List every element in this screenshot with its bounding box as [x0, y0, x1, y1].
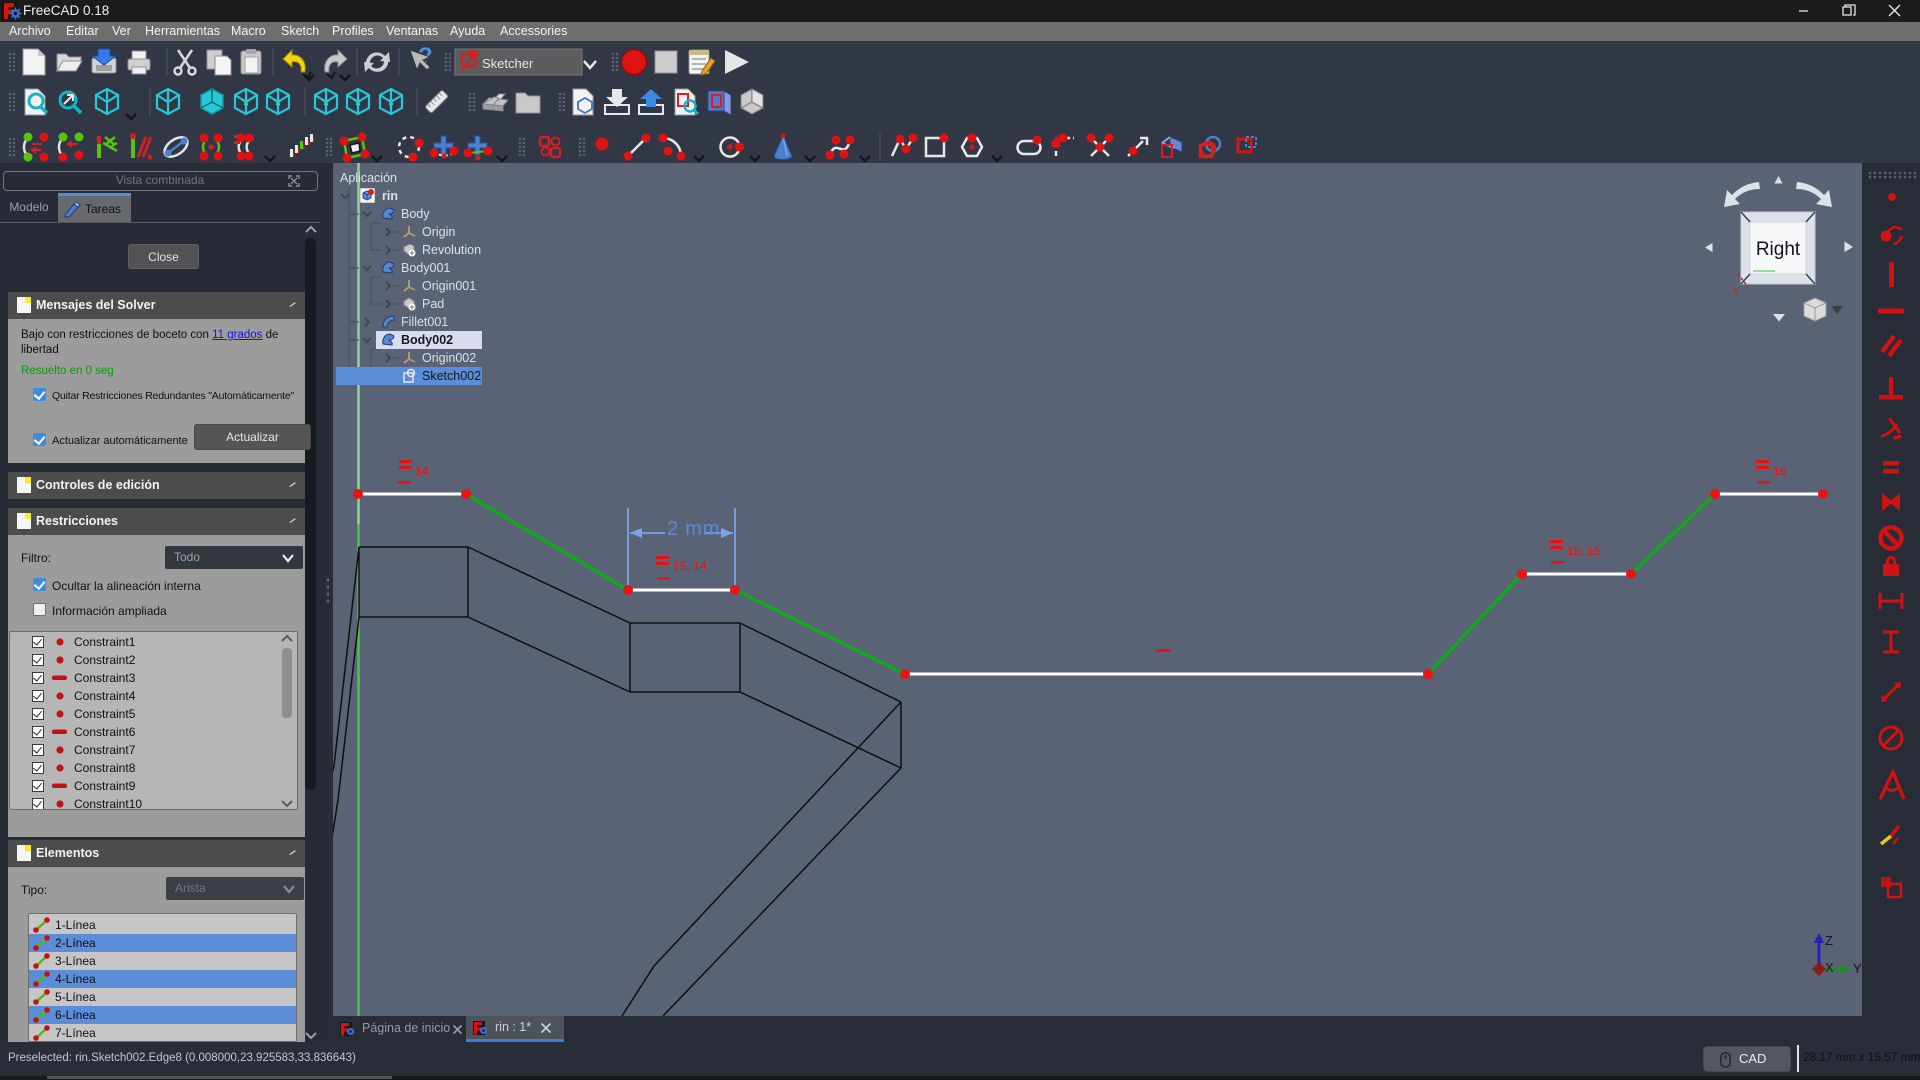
svg-text:Right: Right — [1756, 239, 1801, 260]
svg-text:Sketcher: Sketcher — [482, 56, 534, 71]
svg-text:X: X — [1825, 960, 1834, 975]
svg-text:Z: Z — [1825, 933, 1833, 948]
svg-text:16: 16 — [1773, 464, 1787, 478]
svg-text:Y: Y — [1853, 961, 1862, 976]
svg-text:16, 15: 16, 15 — [1567, 544, 1601, 558]
svg-text:x: x — [1733, 285, 1739, 297]
